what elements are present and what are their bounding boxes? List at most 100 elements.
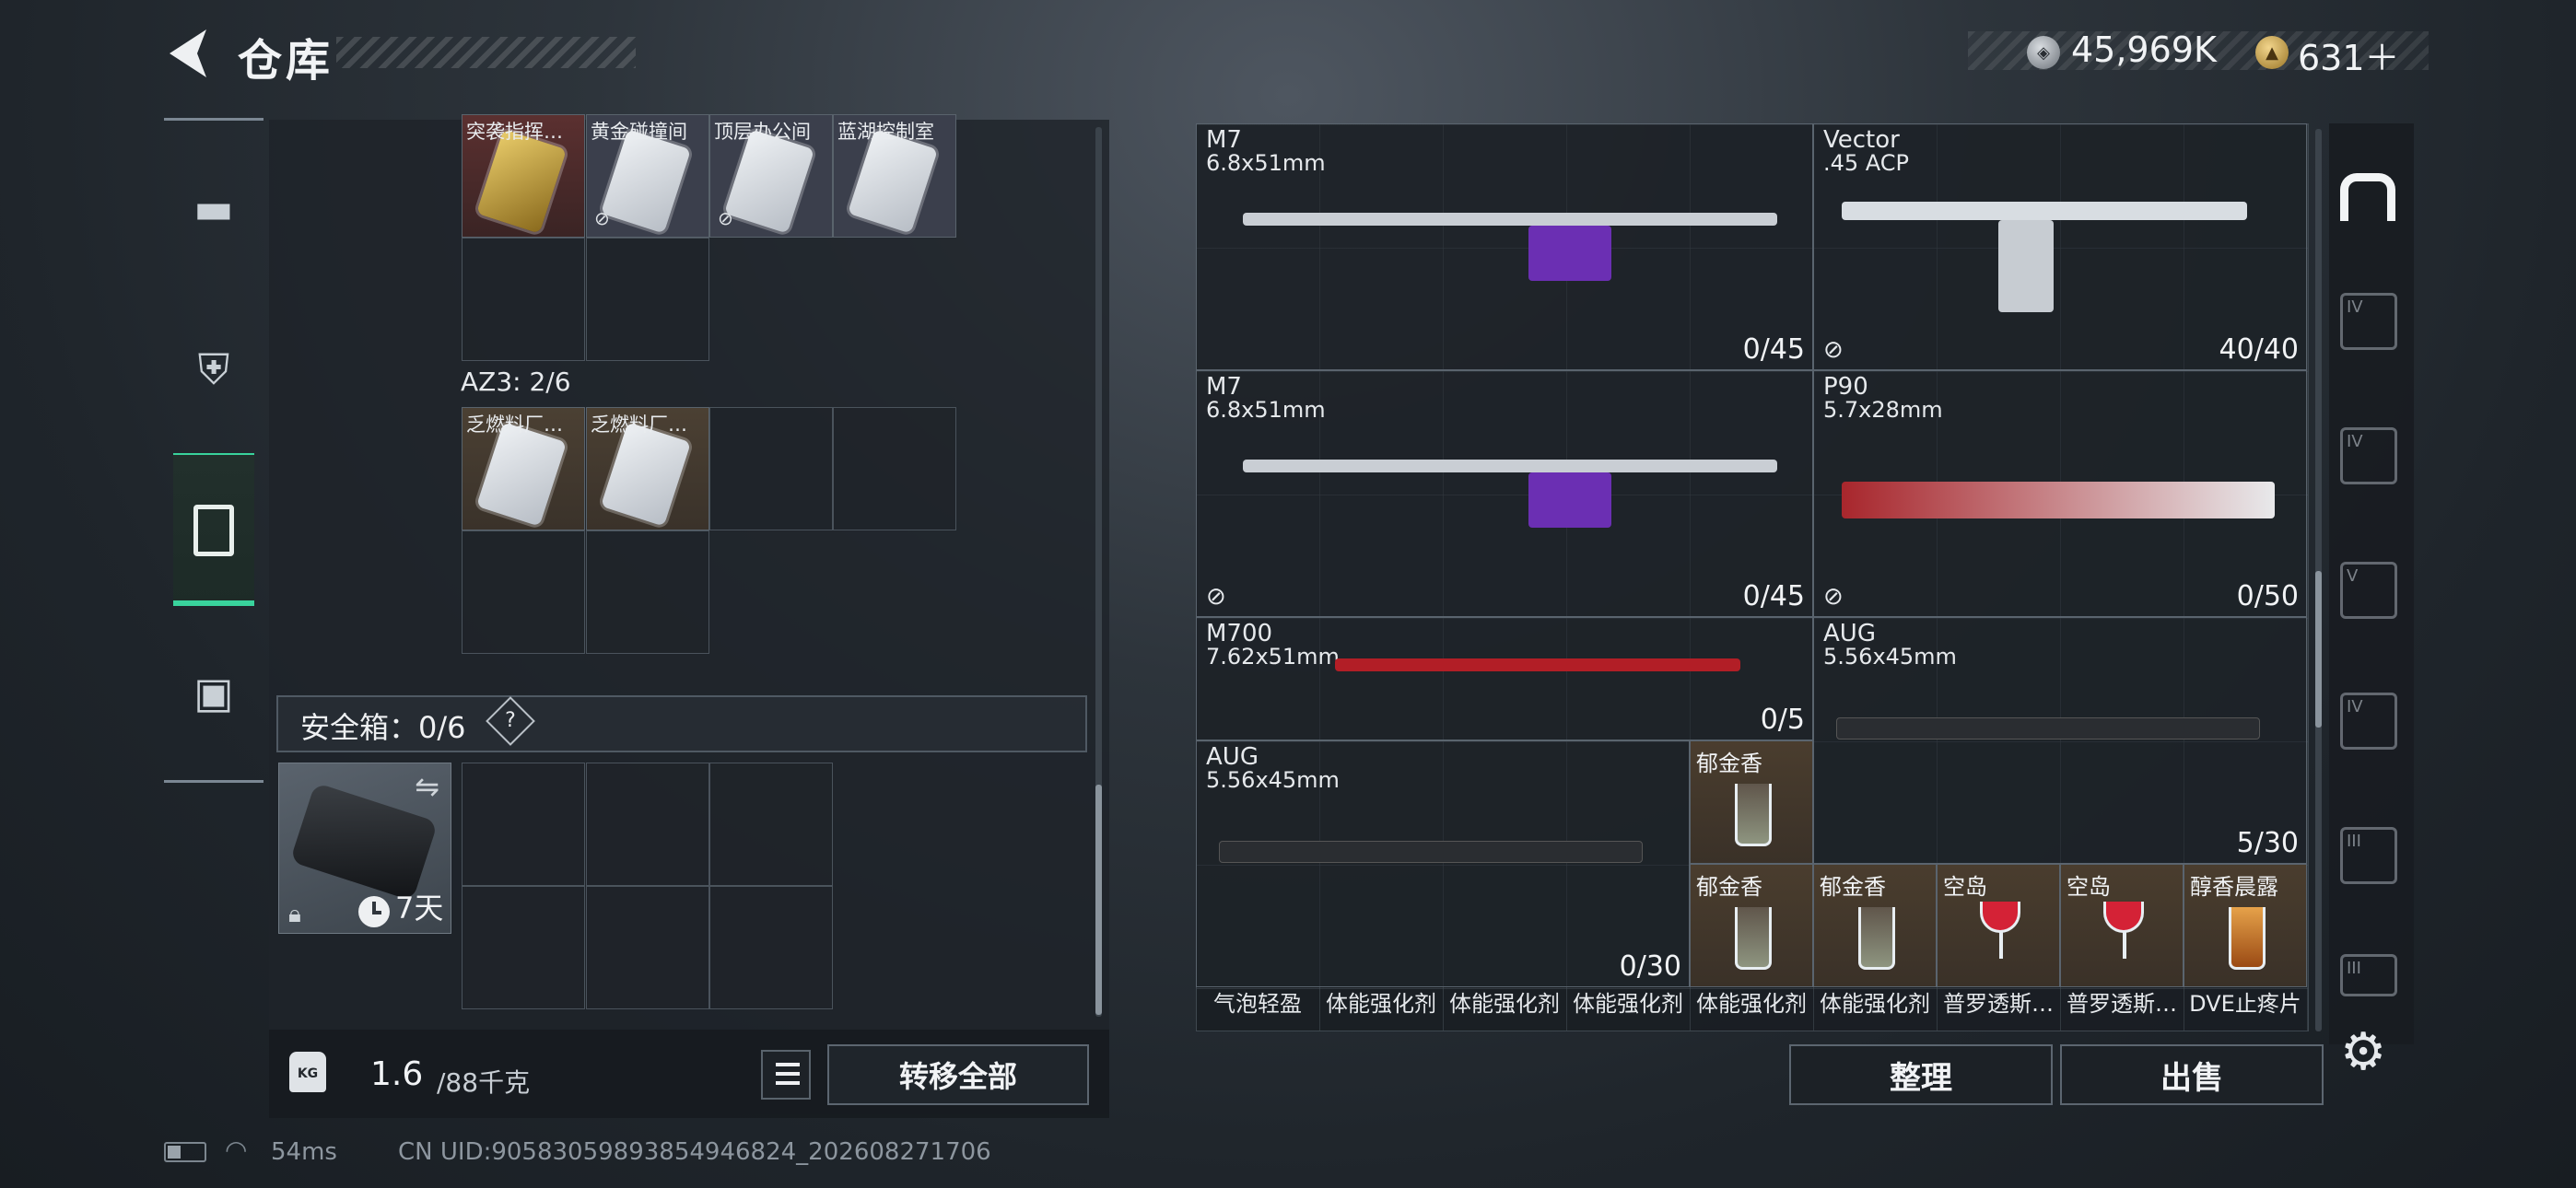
wifi-icon: ◠ <box>225 1135 248 1165</box>
ammo-count: 0/5 <box>1760 704 1805 736</box>
help-icon: ? <box>505 709 516 732</box>
home-icon <box>2340 173 2395 221</box>
consumable-item[interactable]: 空岛 <box>2060 864 2184 987</box>
unavailable-icon: ⊘ <box>1823 336 1844 364</box>
pistol-icon: ▬ <box>193 183 234 233</box>
empty-slot[interactable] <box>462 238 585 361</box>
inventory-item[interactable]: 突袭指挥… <box>462 114 585 238</box>
empty-slot[interactable] <box>709 886 833 1009</box>
lock-icon: 🔒︎ <box>288 901 301 928</box>
empty-slot[interactable] <box>462 886 585 1009</box>
weapon-item[interactable]: AUG 5.56x45mm 5/30 <box>1813 617 2307 864</box>
weapon-item[interactable]: M7 6.8x51mm ⊘ 0/45 <box>1196 370 1813 617</box>
ammo-count: 40/40 <box>2219 333 2299 366</box>
consumable-item-label[interactable]: 体能强化剂 <box>1566 985 1690 1018</box>
nav-toolbox-tab[interactable]: ▣ <box>175 654 252 731</box>
page-title: 仓库 <box>238 35 334 87</box>
map-icon: V <box>2347 566 2359 586</box>
az3-container-label: AZ3: 2/6 <box>461 367 571 397</box>
weapon-item[interactable]: M7 6.8x51mm 0/45 <box>1196 123 1813 370</box>
scroll-thumb[interactable] <box>1095 785 1102 1015</box>
mojito-icon <box>1735 907 1772 970</box>
inventory-item[interactable]: 顶层办公间 ⊘ <box>709 114 833 238</box>
swap-icon[interactable]: ⇋ <box>415 769 439 804</box>
right-scrollbar[interactable] <box>2315 129 2322 1031</box>
keycard-icon <box>600 422 692 527</box>
consumable-item[interactable]: 郁金香 <box>1690 864 1813 987</box>
sell-button[interactable]: 出售 <box>2060 1044 2324 1105</box>
p90-icon <box>1842 482 2275 518</box>
weight-value: 1.6 <box>370 1055 424 1093</box>
weapon-item[interactable]: M700 7.62x51mm 0/5 <box>1196 617 1813 740</box>
empty-slot[interactable] <box>709 407 833 530</box>
empty-slot[interactable] <box>586 886 709 1009</box>
gold-amount[interactable]: 631＋ <box>2298 29 2400 80</box>
nav-divider-top <box>164 118 263 121</box>
consumable-item-label[interactable]: 气泡轻盈 <box>1196 985 1319 1018</box>
list-icon <box>776 1063 800 1066</box>
stash-tab[interactable]: III <box>2340 954 2397 996</box>
inventory-item[interactable]: 乏燃料厂… <box>462 407 585 530</box>
keycard-icon <box>847 129 939 234</box>
mojito-icon <box>1735 784 1772 846</box>
ammo-count: 0/45 <box>1742 333 1805 366</box>
unavailable-icon: ⊘ <box>718 207 733 229</box>
gold-coin-icon: ▲ <box>2255 36 2289 69</box>
empty-slot[interactable] <box>833 407 956 530</box>
safe-box-label: 安全箱：0/6 <box>300 710 466 745</box>
keycard-icon <box>475 422 568 527</box>
safe-case[interactable]: ⇋ 🔒︎ 7天 <box>278 763 451 934</box>
scroll-thumb[interactable] <box>2315 571 2322 728</box>
empty-slot[interactable] <box>462 763 585 886</box>
consumable-item[interactable]: 郁金香 <box>1690 740 1813 864</box>
silver-amount: 45,969K <box>2071 29 2217 70</box>
nav-weapons-tab[interactable]: ▬ <box>175 169 252 247</box>
medkit-icon: IV <box>2347 432 2363 451</box>
inventory-item[interactable]: 乏燃料厂… <box>586 407 709 530</box>
empty-slot[interactable] <box>586 763 709 886</box>
cocktail-icon <box>2103 902 2144 959</box>
settings-gear-icon[interactable]: ⚙ <box>2340 1022 2386 1082</box>
weight-max: /88千克 <box>437 1067 531 1098</box>
consumable-item-label[interactable]: 普罗透斯… <box>2060 985 2184 1018</box>
empty-slot[interactable] <box>586 530 709 654</box>
consumable-item-label[interactable]: DVE止疼片 <box>2184 985 2307 1018</box>
whiskey-icon <box>2229 907 2266 970</box>
nav-armor-tab[interactable]: ⛨ <box>175 332 252 409</box>
title-decoration <box>336 37 636 68</box>
consumable-item-label[interactable]: 普罗透斯… <box>1937 985 2060 1018</box>
left-scrollbar[interactable] <box>1095 127 1102 1017</box>
stash-tab[interactable]: III <box>2340 827 2397 884</box>
consumable-item[interactable]: 空岛 <box>1937 864 2060 987</box>
nav-backpack-tab[interactable] <box>173 453 254 606</box>
back-arrow-icon[interactable] <box>162 26 214 81</box>
consumable-item-label[interactable]: 体能强化剂 <box>1319 985 1443 1018</box>
sort-button[interactable]: 整理 <box>1789 1044 2053 1105</box>
map-icon: IV <box>2347 697 2363 716</box>
consumable-item[interactable]: 郁金香 <box>1813 864 1937 987</box>
stash-home-tab[interactable] <box>2335 164 2403 225</box>
transfer-all-button[interactable]: 转移全部 <box>827 1044 1089 1105</box>
stash-tab[interactable]: IV <box>2340 293 2397 350</box>
inventory-item[interactable]: 蓝湖控制室 <box>833 114 956 238</box>
consumable-item[interactable]: 醇香晨露 <box>2184 864 2307 987</box>
case-duration: 7天 <box>395 891 444 926</box>
folder-icon: IV <box>2347 297 2363 317</box>
mojito-icon <box>1858 907 1895 970</box>
stash-tab[interactable]: IV <box>2340 693 2397 750</box>
aug-icon <box>1219 841 1643 863</box>
stash-tab[interactable]: IV <box>2340 427 2397 484</box>
empty-slot[interactable] <box>709 763 833 886</box>
empty-slot[interactable] <box>586 238 709 361</box>
stash-tab[interactable]: V <box>2340 562 2397 619</box>
weapon-item[interactable]: P90 5.7x28mm ⊘ 0/50 <box>1813 370 2307 617</box>
consumable-item-label[interactable]: 体能强化剂 <box>1443 985 1566 1018</box>
ammo-count: 5/30 <box>2236 827 2299 859</box>
consumable-item-label[interactable]: 体能强化剂 <box>1690 985 1813 1018</box>
weapon-item[interactable]: AUG 5.56x45mm 0/30 <box>1196 740 1690 987</box>
weapon-item[interactable]: Vector .45 ACP ⊘ 40/40 <box>1813 123 2307 370</box>
consumable-item-label[interactable]: 体能强化剂 <box>1813 985 1937 1018</box>
list-button[interactable] <box>761 1050 811 1100</box>
inventory-item[interactable]: 黄金碰撞间 ⊘ <box>586 114 709 238</box>
empty-slot[interactable] <box>462 530 585 654</box>
